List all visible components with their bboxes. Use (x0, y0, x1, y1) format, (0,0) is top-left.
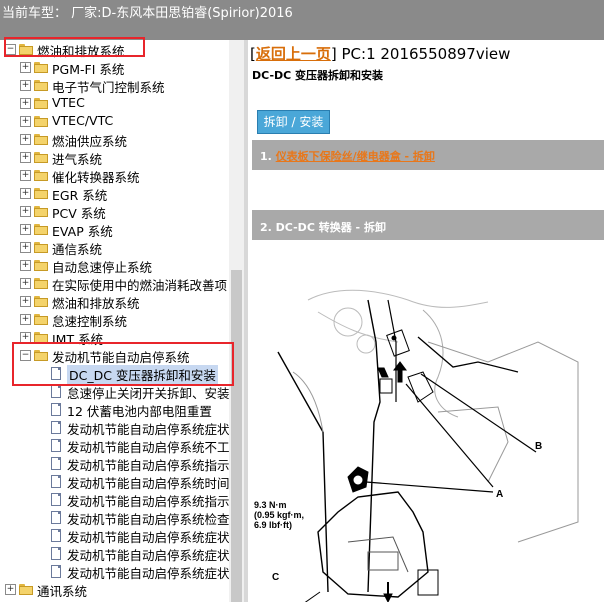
document-icon (51, 385, 61, 398)
tree-folder-item[interactable]: + PGM-FI 系统 (0, 58, 230, 77)
folder-icon (34, 206, 48, 217)
torque-value-3: 6.9 lbf·ft) (254, 520, 292, 530)
folder-icon (19, 584, 33, 595)
tree-leaf-item[interactable]: 发动机节能自动启停系统不工作 (0, 436, 242, 455)
document-icon (51, 421, 61, 434)
tree-leaf-item[interactable]: 发动机节能自动启停系统症状 (0, 526, 230, 545)
torque-value-1: 9.3 N·m (254, 500, 287, 510)
folder-icon (34, 134, 48, 145)
expand-icon[interactable]: + (20, 152, 31, 163)
tree-folder-item[interactable]: + 自动怠速停止系统 (0, 256, 230, 275)
callout-a: A (496, 489, 503, 500)
tree-leaf-item[interactable]: 发动机节能自动启停系统指示灯 (0, 454, 242, 473)
tree-folder-item[interactable]: + PCV 系统 (0, 202, 230, 221)
step-2-text: 2. DC-DC 转换器 - 拆卸 (260, 221, 386, 234)
document-icon (51, 547, 61, 560)
tree-leaf-item[interactable]: 发动机节能自动启停系统指示 (0, 490, 230, 509)
folder-icon (34, 260, 48, 271)
folder-icon (34, 224, 48, 235)
annotation-box-bottom (12, 342, 234, 386)
folder-icon (34, 80, 48, 91)
expand-icon[interactable]: + (20, 134, 31, 145)
expand-icon[interactable]: + (5, 584, 16, 595)
expand-icon[interactable]: + (20, 206, 31, 217)
expand-icon[interactable]: + (20, 62, 31, 73)
tree-leaf-item[interactable]: 12 伏蓄电池内部电阻重置 (0, 400, 230, 419)
expand-icon[interactable]: + (20, 224, 31, 235)
dcdc-converter-diagram: A B C 9.3 N·m (0.95 kgf·m, 6.9 lbf·ft) (254, 289, 579, 602)
tree-folder-item[interactable]: + 催化转换器系统 (0, 166, 230, 185)
current-vehicle-label: 当前车型： 厂家:D-东风本田思铂睿(Spirior)2016 (2, 6, 293, 21)
folder-icon (34, 170, 48, 181)
expand-icon[interactable]: + (20, 278, 31, 289)
tree-leaf-item[interactable]: 发动机节能自动启停系统症状 (0, 418, 230, 437)
tree-leaf-item[interactable]: 发动机节能自动启停系统检查 (0, 508, 230, 527)
navigation-tree[interactable]: − 燃油和排放系统 + PGM-FI 系统 + 电子节气门控制系统 + VTEC + VTEC/V… (0, 40, 244, 602)
back-link[interactable]: 返回上一页 (256, 45, 331, 63)
tree-folder-item[interactable]: + 燃油供应系统 (0, 130, 230, 149)
page-header: [返回上一页] PC:1 2016550897view (250, 45, 511, 63)
folder-icon (34, 296, 48, 307)
tree-leaf-item[interactable]: 发动机节能自动启停系统症状 (0, 562, 230, 581)
tree-leaf-item[interactable]: 发动机节能自动启停系统时间 (0, 472, 230, 491)
tree-folder-item[interactable]: + VTEC/VTC (0, 112, 230, 130)
expand-icon[interactable]: + (20, 80, 31, 91)
torque-value-2: (0.95 kgf·m, (254, 510, 304, 520)
expand-icon[interactable]: + (20, 116, 31, 127)
tree-folder-item[interactable]: + 在实际使用中的燃油消耗改善项 (0, 274, 230, 293)
tree-folder-item[interactable]: + EGR 系统 (0, 184, 230, 203)
expand-icon[interactable]: + (20, 170, 31, 181)
document-icon (51, 439, 61, 452)
page-title: DC-DC 变压器拆卸和安装 (252, 69, 384, 82)
document-icon (51, 475, 61, 488)
tree-leaf-item[interactable]: 发动机节能自动启停系统症状 (0, 544, 230, 563)
step-1-text: 1. 仪表板下保险丝/继电器盒 - 拆卸 (260, 148, 435, 164)
document-icon (51, 457, 61, 470)
tree-folder-item[interactable]: + 进气系统 (0, 148, 230, 167)
title-bar: 当前车型： 厂家:D-东风本田思铂睿(Spirior)2016 (0, 0, 604, 40)
folder-icon (34, 98, 48, 109)
folder-icon (34, 62, 48, 73)
content-pane: [返回上一页] PC:1 2016550897view DC-DC 变压器拆卸和… (248, 40, 604, 602)
tree-folder-item[interactable]: + VTEC (0, 94, 230, 112)
tree-folder-item[interactable]: + 通讯系统 (0, 580, 230, 599)
step-1-link[interactable]: 仪表板下保险丝/继电器盒 - 拆卸 (276, 150, 435, 163)
callout-b: B (535, 441, 542, 452)
callout-c: C (272, 572, 279, 583)
tree-item-label: VTEC (52, 95, 85, 110)
document-icon (51, 403, 61, 416)
tree-folder-item[interactable]: + 怠速控制系统 (0, 310, 230, 329)
expand-icon[interactable]: + (20, 260, 31, 271)
folder-icon (34, 188, 48, 199)
folder-icon (34, 152, 48, 163)
expand-icon[interactable]: + (20, 314, 31, 325)
tree-folder-item[interactable]: + 通信系统 (0, 238, 230, 257)
step-1-number: 1. (260, 150, 272, 163)
document-icon (51, 529, 61, 542)
expand-icon[interactable]: + (20, 296, 31, 307)
tree-folder-item[interactable]: + 燃油和排放系统 (0, 292, 230, 311)
document-icon (51, 511, 61, 524)
document-icon (51, 493, 61, 506)
folder-icon (34, 278, 48, 289)
remove-install-button[interactable]: 拆卸 / 安装 (257, 110, 330, 134)
tree-scrollbar-thumb[interactable] (231, 270, 242, 602)
expand-icon[interactable]: + (20, 188, 31, 199)
tree-item-label: VTEC/VTC (52, 113, 114, 128)
expand-icon[interactable]: + (20, 98, 31, 109)
page-code: PC:1 2016550897view (341, 45, 511, 63)
tree-folder-item[interactable]: + 电子节气门控制系统 (0, 76, 230, 95)
expand-icon[interactable]: + (20, 242, 31, 253)
annotation-box-top (4, 37, 145, 57)
folder-icon (34, 242, 48, 253)
folder-icon (34, 116, 48, 127)
tree-folder-item[interactable]: + EVAP 系统 (0, 220, 230, 239)
tree-item-label: 通讯系统 (37, 584, 88, 599)
folder-icon (34, 314, 48, 325)
document-icon (51, 565, 61, 578)
